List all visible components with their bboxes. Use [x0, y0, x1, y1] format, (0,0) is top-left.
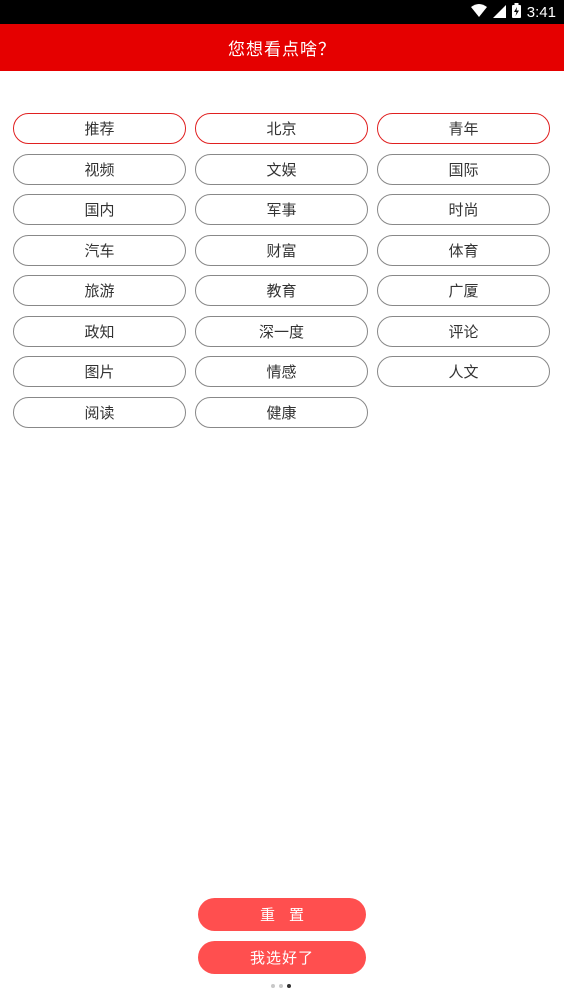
- cellular-signal-icon: [492, 3, 506, 22]
- reset-button[interactable]: 重置: [198, 898, 366, 931]
- category-chip[interactable]: 政知: [13, 315, 186, 347]
- page-indicator: [271, 984, 291, 988]
- category-chip[interactable]: 青年: [377, 113, 550, 144]
- done-button[interactable]: 我选好了: [198, 941, 366, 974]
- category-chip[interactable]: 视频: [13, 153, 186, 185]
- page-title: 您想看点啥？: [228, 40, 336, 60]
- category-chip[interactable]: 军事: [195, 194, 368, 225]
- category-chip[interactable]: 推荐: [13, 113, 186, 144]
- category-chip[interactable]: 教育: [195, 275, 368, 306]
- wifi-icon: [470, 3, 487, 22]
- category-chip[interactable]: 国内: [13, 194, 186, 225]
- page-dot: [271, 984, 275, 988]
- category-chip[interactable]: 阅读: [13, 396, 186, 428]
- page-dot: [287, 984, 291, 988]
- category-chip[interactable]: 健康: [195, 396, 368, 428]
- category-chip[interactable]: 财富: [195, 234, 368, 266]
- category-chip[interactable]: 评论: [377, 315, 550, 347]
- category-chip[interactable]: 情感: [195, 356, 368, 387]
- status-time: 3:41: [526, 3, 556, 21]
- category-grid: 推荐 北京 青年视频 文娱 国际国内 军事 时尚汽车 财富 体育旅游 教育 广厦政知 深一度 评论图片情…: [13, 113, 550, 428]
- battery-charging-icon: [511, 2, 521, 22]
- category-chip[interactable]: 旅游: [13, 275, 186, 306]
- category-chip[interactable]: 文娱: [195, 153, 368, 185]
- category-chip[interactable]: 国际: [377, 153, 550, 185]
- category-chip[interactable]: 时尚: [377, 194, 550, 225]
- category-chip[interactable]: 广厦: [377, 275, 550, 306]
- category-chip[interactable]: 汽车: [13, 234, 186, 266]
- status-bar: 3:41: [0, 0, 564, 24]
- page-dot: [279, 984, 283, 988]
- category-chip[interactable]: 北京: [195, 113, 368, 144]
- category-chip[interactable]: 深一度: [195, 315, 368, 347]
- app-bar: 您想看点啥？: [0, 24, 564, 71]
- category-chip[interactable]: 体育: [377, 234, 550, 266]
- category-chip[interactable]: 人文: [377, 356, 550, 387]
- category-chip[interactable]: 图片: [13, 356, 186, 387]
